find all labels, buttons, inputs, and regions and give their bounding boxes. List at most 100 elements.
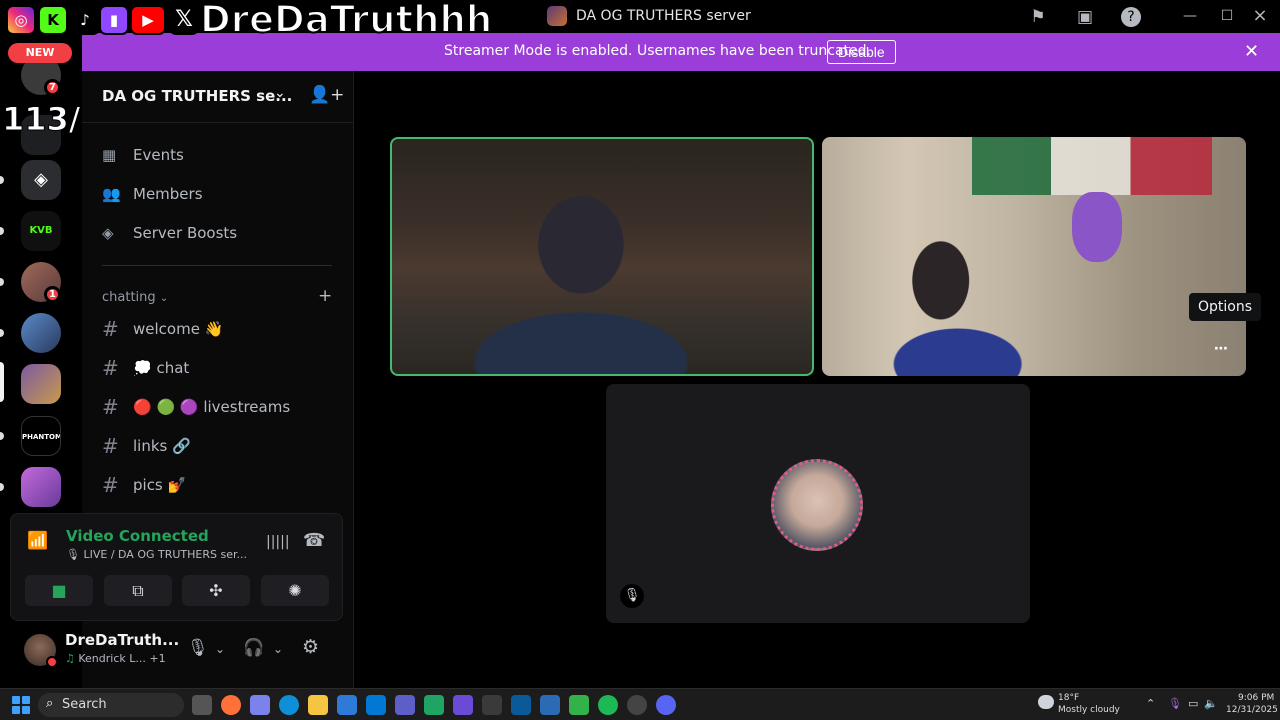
spotify-icon[interactable]: [598, 695, 618, 715]
start-icon[interactable]: [12, 696, 30, 714]
signal-icon[interactable]: 📶: [27, 531, 48, 551]
channel-links[interactable]: # links 🔗: [102, 430, 332, 462]
category-chatting[interactable]: chatting ⌄: [102, 290, 168, 305]
channel-label: 💭 chat: [133, 359, 190, 377]
members-icon: 👥: [102, 185, 121, 203]
nav-label: Members: [133, 185, 203, 203]
headset-icon[interactable]: 🎧: [243, 638, 264, 658]
app-icon[interactable]: [453, 695, 473, 715]
server-name[interactable]: DA OG TRUTHERS se...: [102, 87, 292, 105]
disconnect-icon[interactable]: ☎: [303, 530, 325, 551]
server-icon-5[interactable]: [21, 313, 61, 353]
mention-badge: 1: [44, 286, 61, 303]
phantoms-server-icon[interactable]: PHANTOMS: [21, 416, 61, 456]
microphone-icon[interactable]: 🎙: [187, 638, 209, 658]
screen-share-icon: ⧉: [132, 581, 144, 600]
mention-badge: 7: [44, 79, 61, 96]
search-icon: ⌕: [46, 696, 54, 711]
nav-members[interactable]: 👥 Members: [102, 180, 332, 210]
screen-share-button[interactable]: ⧉: [104, 575, 172, 606]
mic-tray-icon[interactable]: 🎙: [1168, 697, 1182, 710]
voice-status[interactable]: Video Connected: [66, 527, 209, 545]
username[interactable]: DreDaTruth...: [65, 631, 179, 649]
copilot-icon[interactable]: [250, 695, 270, 715]
channel-welcome[interactable]: # welcome 👋: [102, 313, 332, 345]
camera-button[interactable]: ■: [25, 575, 93, 606]
voice-connection-panel: 📶 Video Connected 🎙 LIVE / DA OG TRUTHER…: [10, 513, 343, 621]
close-icon[interactable]: ✕: [1244, 41, 1259, 62]
audio-tile[interactable]: 🎙: [606, 384, 1030, 623]
clock-time[interactable]: 9:06 PM: [1238, 693, 1274, 703]
inbox-icon[interactable]: ▣: [1074, 6, 1096, 28]
clock-date[interactable]: 12/31/2025: [1226, 705, 1278, 715]
invite-people-icon[interactable]: 👤+: [309, 85, 344, 105]
more-options-icon[interactable]: ⋯: [1214, 341, 1228, 357]
new-pill[interactable]: NEW: [8, 43, 72, 63]
video-tile[interactable]: [822, 137, 1246, 376]
server-icon-active[interactable]: [21, 364, 61, 404]
chevron-down-icon[interactable]: ⌄: [215, 642, 225, 656]
hash-icon: #: [102, 395, 119, 419]
create-channel-icon[interactable]: +: [318, 286, 332, 306]
unread-indicator: [0, 278, 4, 286]
edge-icon[interactable]: [279, 695, 299, 715]
soundboard-button[interactable]: ✺: [261, 575, 329, 606]
noise-suppression-icon[interactable]: |||||: [266, 534, 290, 550]
app-icon[interactable]: [540, 695, 560, 715]
flag-image: [972, 137, 1212, 195]
chevron-down-icon[interactable]: ⌄: [274, 85, 286, 101]
youtube-icon: ▶: [130, 5, 166, 35]
channel-pics[interactable]: # pics 💅: [102, 469, 332, 501]
network-icon[interactable]: ▭: [1188, 697, 1198, 710]
nav-events[interactable]: ▦ Events: [102, 141, 332, 171]
activity-label: Kendrick L... +1: [78, 652, 166, 665]
file-explorer-icon[interactable]: [308, 695, 328, 715]
channel-label: pics 💅: [133, 476, 187, 494]
weather-temp[interactable]: 18°F: [1058, 693, 1079, 703]
music-icon: ♫: [65, 652, 75, 665]
discord-icon[interactable]: [656, 695, 676, 715]
app-icon[interactable]: [424, 695, 444, 715]
options-tooltip: Options: [1189, 293, 1262, 321]
outlook-icon[interactable]: [366, 695, 386, 715]
teams-icon[interactable]: [395, 695, 415, 715]
obs-icon[interactable]: [627, 695, 647, 715]
disable-button[interactable]: Disable: [827, 40, 896, 64]
chevron-up-icon[interactable]: ⌃: [1146, 697, 1155, 710]
minimize-icon[interactable]: —: [1175, 4, 1205, 28]
close-icon[interactable]: ×: [1245, 4, 1275, 28]
server-icon: [547, 6, 567, 26]
kvb-server-icon[interactable]: KVB: [21, 211, 61, 251]
app-icon[interactable]: [569, 695, 589, 715]
discord-home-icon[interactable]: ◈: [21, 160, 61, 200]
hash-icon: #: [102, 434, 119, 458]
app-icon[interactable]: [482, 695, 502, 715]
channel-livestreams[interactable]: # 🔴 🟢 🟣 livestreams: [102, 391, 332, 423]
app-icon[interactable]: [511, 695, 531, 715]
task-view-icon[interactable]: [192, 695, 212, 715]
channel-label: welcome 👋: [133, 320, 224, 338]
nav-server-boosts[interactable]: ◈ Server Boosts: [102, 219, 332, 249]
help-icon[interactable]: ?: [1121, 7, 1141, 27]
store-icon[interactable]: [337, 695, 357, 715]
server-icon-8[interactable]: [21, 467, 61, 507]
voice-channel-name[interactable]: 🎙 LIVE / DA OG TRUTHERS ser...: [66, 548, 247, 561]
maximize-icon[interactable]: ☐: [1212, 4, 1242, 28]
firefox-icon[interactable]: [221, 695, 241, 715]
kick-icon: K: [38, 5, 68, 35]
weather-desc[interactable]: Mostly cloudy: [1058, 705, 1120, 715]
video-tile-speaking[interactable]: [390, 137, 814, 376]
search-input[interactable]: ⌕ Search: [38, 693, 184, 717]
activity-button[interactable]: ✣: [182, 575, 250, 606]
video-stage: 🎙 Options ⋯: [354, 71, 1280, 688]
status-dot: [46, 656, 58, 668]
volume-icon[interactable]: 🔈: [1204, 697, 1218, 710]
channel-chat[interactable]: # 💭 chat: [102, 352, 332, 384]
channel-label: links 🔗: [133, 437, 191, 455]
chevron-down-icon[interactable]: ⌄: [273, 642, 283, 656]
avatar: [771, 459, 863, 551]
gear-icon[interactable]: ⚙: [302, 636, 319, 658]
inbox-flag-icon[interactable]: ⚑: [1027, 6, 1049, 28]
calendar-icon: ▦: [102, 146, 117, 164]
chevron-down-icon: ⌄: [159, 293, 169, 304]
